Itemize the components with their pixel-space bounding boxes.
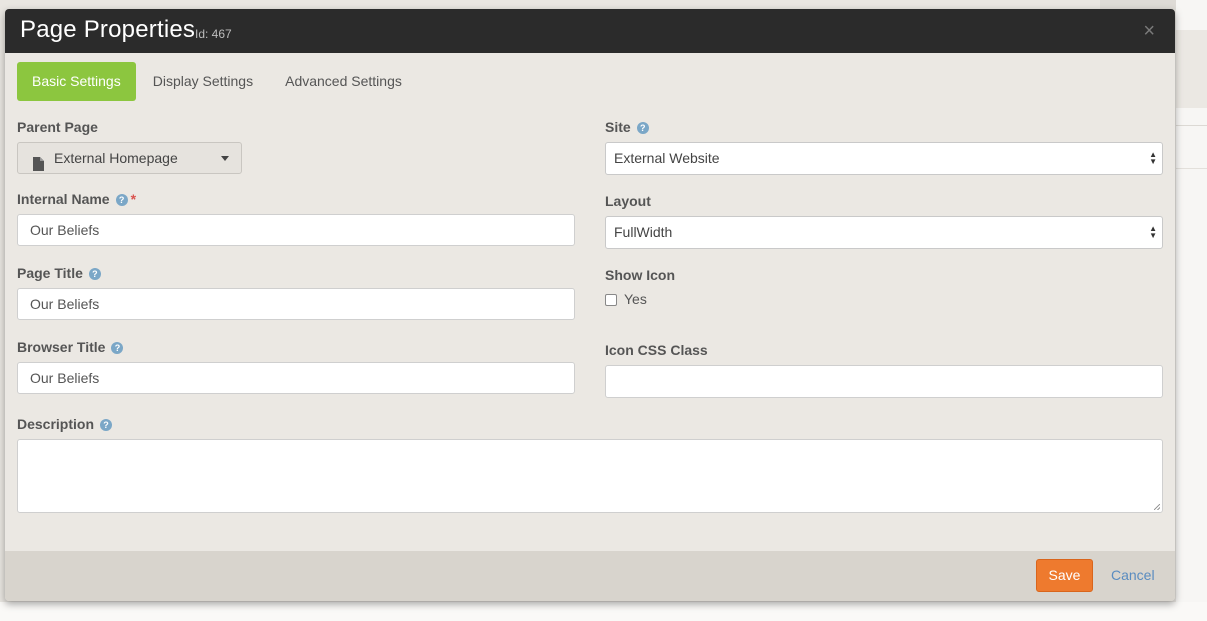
parent-page-label-text: Parent Page	[17, 119, 98, 135]
file-icon	[33, 151, 44, 181]
layout-value: FullWidth	[614, 224, 673, 240]
page-id-label: Id: 467	[195, 27, 232, 41]
page-title-input[interactable]: Our Beliefs	[17, 288, 575, 320]
background-divider	[1176, 168, 1207, 169]
page-properties-modal: Page Properties Id: 467 × Basic Settings…	[5, 9, 1175, 601]
parent-page-value: External Homepage	[54, 150, 178, 166]
site-select[interactable]: External Website ▲ ▼	[605, 142, 1163, 175]
modal-footer: Save Cancel	[5, 551, 1175, 601]
show-icon-label-text: Show Icon	[605, 267, 675, 283]
internal-name-label-text: Internal Name	[17, 191, 110, 207]
page-title-value: Our Beliefs	[30, 296, 100, 312]
page-title-label-text: Page Title	[17, 265, 83, 281]
icon-css-class-label: Icon CSS Class	[605, 342, 708, 358]
background-divider	[1176, 125, 1207, 126]
tab-display-settings[interactable]: Display Settings	[138, 62, 268, 101]
browser-title-label: Browser Title?	[17, 339, 124, 355]
layout-label-text: Layout	[605, 193, 651, 209]
background-footer	[0, 602, 1207, 621]
tab-bar: Basic Settings Display Settings Advanced…	[17, 62, 419, 101]
description-label: Description?	[17, 416, 113, 432]
resize-grip-icon[interactable]	[1154, 504, 1160, 510]
internal-name-label: Internal Name? *	[17, 191, 136, 207]
tab-basic-settings[interactable]: Basic Settings	[17, 62, 136, 101]
parent-page-picker[interactable]: External Homepage	[17, 142, 242, 174]
browser-title-input[interactable]: Our Beliefs	[17, 362, 575, 394]
background-panel	[1176, 30, 1207, 108]
internal-name-value: Our Beliefs	[30, 222, 100, 238]
parent-page-label: Parent Page	[17, 119, 98, 135]
required-marker: *	[130, 191, 137, 207]
modal-header: Page Properties Id: 467 ×	[5, 9, 1175, 53]
question-circle-icon[interactable]: ?	[111, 342, 124, 354]
chevron-down-icon	[221, 156, 229, 161]
page-title-label: Page Title?	[17, 265, 101, 281]
cancel-link[interactable]: Cancel	[1111, 567, 1155, 583]
icon-css-class-label-text: Icon CSS Class	[605, 342, 708, 358]
show-icon-option-label[interactable]: Yes	[624, 291, 647, 307]
internal-name-input[interactable]: Our Beliefs	[17, 214, 575, 246]
question-circle-icon[interactable]: ?	[636, 122, 649, 134]
show-icon-label: Show Icon	[605, 267, 675, 283]
question-circle-icon[interactable]: ?	[100, 419, 113, 431]
site-label-text: Site	[605, 119, 631, 135]
select-arrows-icon: ▲ ▼	[1149, 224, 1157, 240]
question-circle-icon[interactable]: ?	[88, 268, 101, 280]
description-textarea[interactable]	[17, 439, 1163, 513]
icon-css-class-input[interactable]	[605, 365, 1163, 398]
description-label-text: Description	[17, 416, 95, 432]
question-circle-icon[interactable]: ?	[115, 194, 128, 206]
browser-title-value: Our Beliefs	[30, 370, 100, 386]
site-value: External Website	[614, 150, 720, 166]
browser-title-label-text: Browser Title	[17, 339, 106, 355]
layout-select[interactable]: FullWidth ▲ ▼	[605, 216, 1163, 249]
show-icon-checkbox[interactable]	[605, 294, 617, 306]
tab-advanced-settings[interactable]: Advanced Settings	[270, 62, 417, 101]
layout-label: Layout	[605, 193, 651, 209]
close-icon[interactable]: ×	[1143, 19, 1155, 43]
select-arrows-icon: ▲ ▼	[1149, 150, 1157, 166]
modal-title: Page Properties	[20, 16, 196, 43]
save-button[interactable]: Save	[1036, 559, 1093, 592]
site-label: Site?	[605, 119, 649, 135]
